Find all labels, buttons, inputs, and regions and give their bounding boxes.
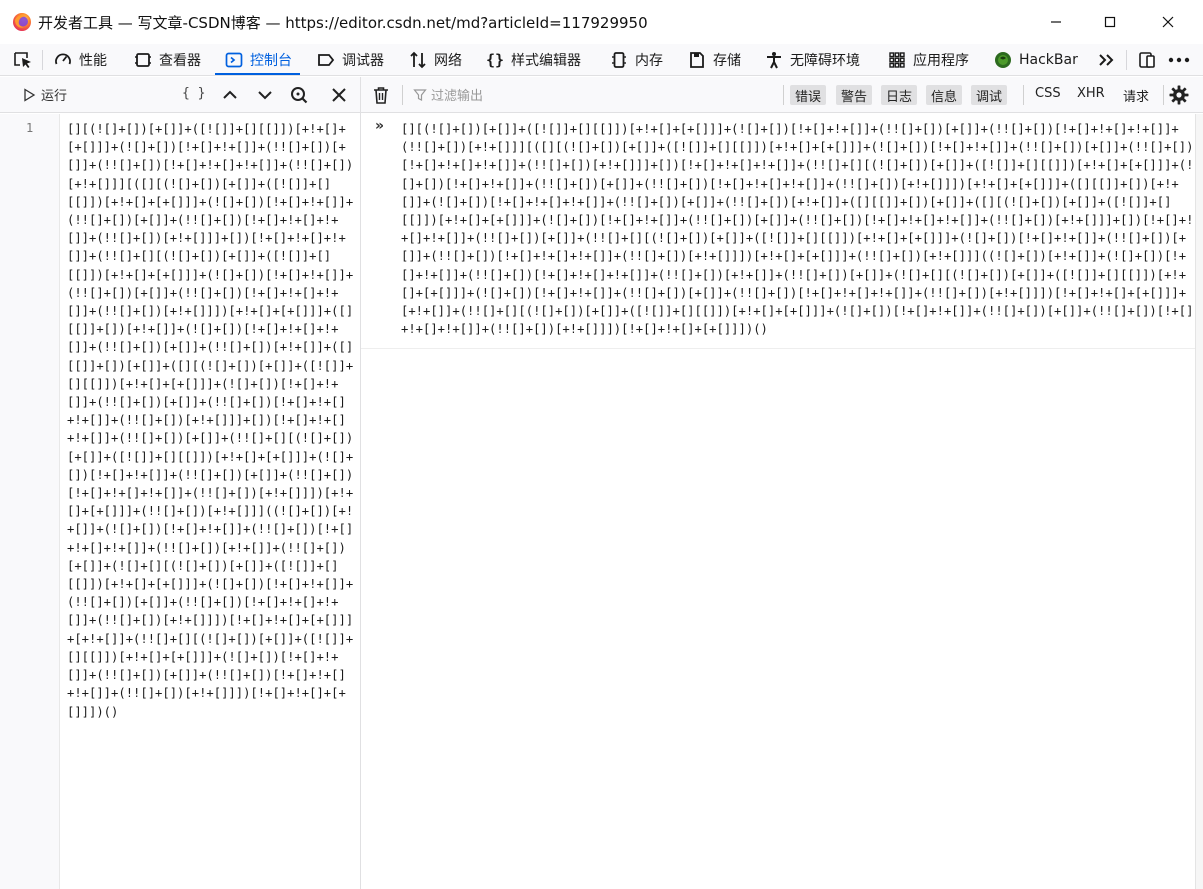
pick-element-icon (14, 52, 31, 68)
tab-label: 控制台 (250, 52, 292, 69)
maximize-button[interactable] (1098, 10, 1122, 34)
reverse-search-button[interactable] (289, 85, 309, 105)
console-input-prompt: » (375, 118, 385, 134)
toolbar-divider (1023, 85, 1024, 105)
tab-label: 存储 (713, 52, 741, 69)
close-icon (332, 88, 346, 102)
run-label: 运行 (41, 89, 68, 104)
dock-options-button[interactable] (1136, 50, 1158, 70)
network-icon (409, 51, 427, 69)
dock-side-icon (1139, 52, 1155, 68)
editor-gutter (0, 114, 60, 889)
filter-warnings-button[interactable]: 警告 (836, 85, 873, 105)
tab-label: 应用程序 (913, 52, 969, 69)
ellipsis-icon (1168, 57, 1190, 63)
pretty-print-button[interactable]: { } (182, 86, 205, 101)
filter-logs-button[interactable]: 日志 (881, 85, 918, 105)
tab-label: 样式编辑器 (511, 52, 581, 69)
filter-css-button[interactable]: CSS (1035, 86, 1061, 101)
close-icon (1162, 16, 1174, 28)
code-editor[interactable]: [][(![]+[])[+[]]+([![]]+[][[]])[+!+[]+[+… (67, 120, 359, 721)
devtools-tab-bar: 性能 查看器 控制台 调试器 网络 {} 样式编辑器 内存 存储 无障碍环境 应… (0, 44, 1203, 76)
filter-requests-button[interactable]: 请求 (1123, 86, 1149, 105)
toolbar-divider (1163, 85, 1164, 105)
tab-label: 网络 (434, 52, 462, 69)
close-editor-button[interactable] (329, 85, 349, 105)
tab-label: 性能 (79, 52, 107, 69)
run-button[interactable]: 运行 (22, 85, 67, 104)
console-message-separator (361, 348, 1195, 349)
history-up-button[interactable] (220, 85, 240, 105)
tab-memory[interactable]: 内存 (610, 44, 663, 75)
firefox-icon (13, 13, 31, 31)
toolbar-divider (783, 85, 784, 105)
title-bar: 开发者工具 — 写文章-CSDN博客 — https://editor.csdn… (0, 0, 1203, 44)
minimize-icon (1051, 21, 1061, 23)
tab-label: 无障碍环境 (790, 52, 860, 69)
console-settings-button[interactable] (1169, 85, 1189, 105)
chevron-up-icon (223, 90, 237, 99)
console-toolbar: 过滤输出 错误 警告 日志 信息 调试 CSS XHR 请求 (361, 77, 1203, 113)
tab-application[interactable]: 应用程序 (888, 44, 969, 75)
tab-network[interactable]: 网络 (409, 44, 462, 75)
close-window-button[interactable] (1156, 10, 1180, 34)
window-title: 开发者工具 — 写文章-CSDN博客 — https://editor.csdn… (38, 14, 648, 32)
funnel-icon (413, 88, 427, 101)
tab-storage[interactable]: 存储 (688, 44, 741, 75)
editor-toolbar: 运行 { } (0, 77, 360, 113)
more-tabs-button[interactable] (1096, 50, 1118, 70)
filter-errors-button[interactable]: 错误 (790, 85, 827, 105)
console-icon (225, 51, 243, 69)
application-icon (888, 51, 906, 69)
tab-separator (42, 50, 43, 70)
filter-input[interactable]: 过滤输出 (413, 85, 483, 104)
minimize-button[interactable] (1044, 10, 1068, 34)
tab-label: HackBar (1019, 51, 1078, 68)
tab-accessibility[interactable]: 无障碍环境 (765, 44, 860, 75)
inspector-icon (134, 51, 152, 69)
filter-placeholder: 过滤输出 (431, 89, 484, 104)
tab-label: 内存 (635, 52, 663, 69)
tab-inspector[interactable]: 查看器 (134, 44, 201, 75)
storage-icon (688, 51, 706, 69)
search-icon (291, 87, 308, 104)
accessibility-icon (765, 51, 783, 69)
maximize-icon (1104, 16, 1116, 28)
overflow-menu-button[interactable] (1168, 50, 1190, 70)
tab-style-editor[interactable]: {} 样式编辑器 (486, 44, 581, 75)
tab-debugger[interactable]: 调试器 (317, 44, 384, 75)
filter-debug-button[interactable]: 调试 (971, 85, 1008, 105)
filter-xhr-button[interactable]: XHR (1077, 86, 1105, 101)
gauge-icon (54, 51, 72, 69)
tab-performance[interactable]: 性能 (54, 44, 107, 75)
filter-info-button[interactable]: 信息 (926, 85, 963, 105)
history-down-button[interactable] (255, 85, 275, 105)
memory-icon (610, 51, 628, 69)
trash-icon (374, 87, 388, 104)
line-number: 1 (26, 121, 34, 135)
console-echo-output: [][(![]+[])[+[]]+([![]]+[][[]])[+!+[]+[+… (401, 122, 1194, 337)
tab-separator (1126, 50, 1127, 70)
tab-hackbar[interactable]: HackBar (994, 44, 1078, 75)
pane-splitter[interactable] (360, 77, 361, 889)
page-edge-strip (1195, 114, 1203, 889)
braces-icon: {} (485, 50, 505, 69)
gear-icon (1169, 85, 1189, 105)
chevron-down-icon (258, 91, 272, 100)
chevrons-right-icon (1099, 54, 1114, 66)
play-icon (24, 87, 36, 102)
clear-console-button[interactable] (371, 85, 391, 105)
debugger-icon (317, 51, 335, 69)
hackbar-icon (994, 51, 1012, 69)
tab-label: 查看器 (159, 52, 201, 69)
tab-label: 调试器 (342, 52, 384, 69)
tab-console[interactable]: 控制台 (215, 44, 300, 75)
element-picker-button[interactable] (12, 50, 34, 70)
toolbar-divider (402, 85, 403, 105)
